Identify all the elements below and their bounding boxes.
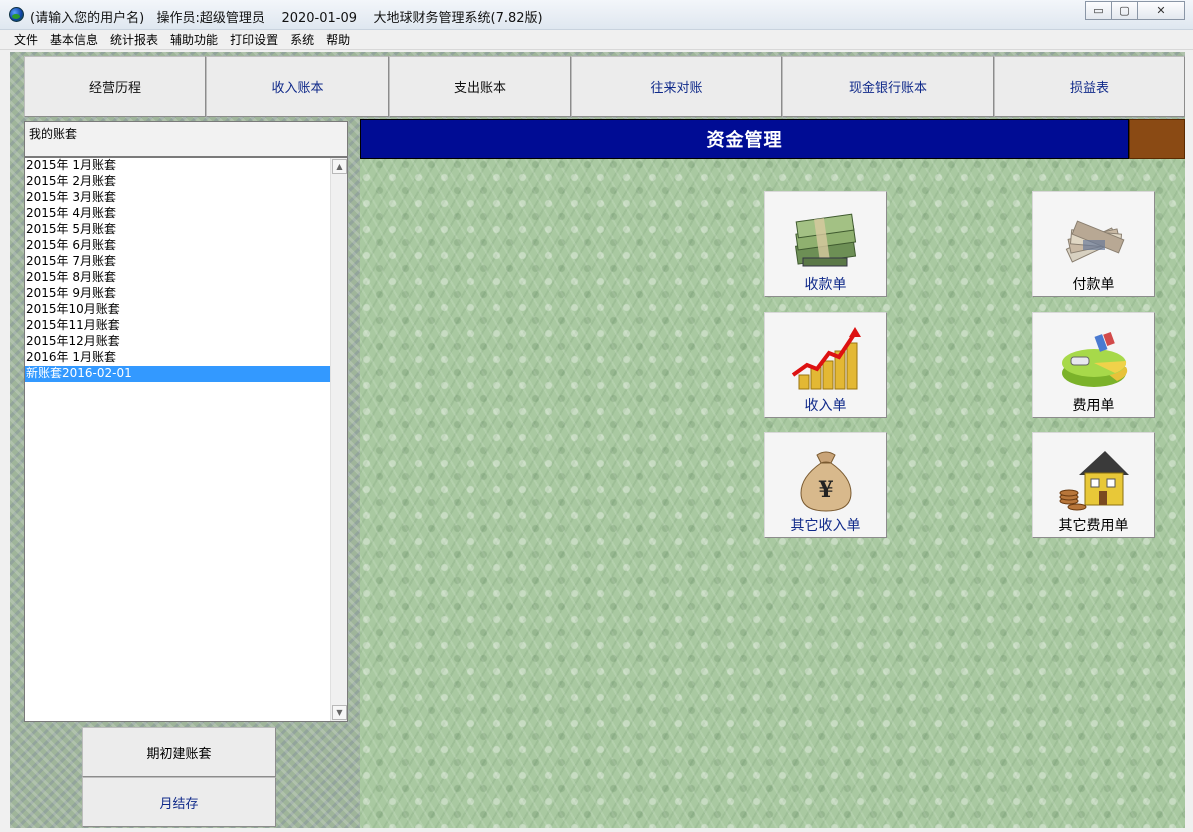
menu-basic-info[interactable]: 基本信息 [44, 30, 104, 49]
list-item[interactable]: 2015年 1月账套 [25, 158, 330, 174]
menu-reports[interactable]: 统计报表 [104, 30, 164, 49]
toolbar: 经营历程 收入账本 支出账本 往来对账 现金银行账本 损益表 [24, 56, 1185, 117]
other-income-label: 其它收入单 [790, 518, 861, 534]
list-item[interactable]: 2015年 9月账套 [25, 286, 330, 302]
main-panel: 资金管理 收款单 付款单 收入单 费用单 ¥ 其它收入单 其它费用单 [360, 119, 1185, 828]
accounts-header-label: 我的账套 [29, 127, 78, 141]
other-expense-label: 其它费用单 [1058, 518, 1129, 534]
list-item[interactable]: 2015年 8月账套 [25, 270, 330, 286]
payment-label: 付款单 [1072, 277, 1115, 293]
list-item[interactable]: 2015年 2月账套 [25, 174, 330, 190]
list-item[interactable]: 2015年 7月账套 [25, 254, 330, 270]
money-stack-icon [795, 213, 857, 267]
menu-system[interactable]: 系统 [284, 30, 320, 49]
cash-bank-ledger-button[interactable]: 现金银行账本 [782, 56, 994, 117]
expense-ledger-button[interactable]: 支出账本 [389, 56, 571, 117]
list-item[interactable]: 2015年10月账套 [25, 302, 330, 318]
menu-print-settings[interactable]: 打印设置 [224, 30, 284, 49]
close-button[interactable]: ✕ [1137, 1, 1185, 20]
other-income-tile[interactable]: ¥ 其它收入单 [764, 432, 887, 538]
house-coins-icon [1059, 451, 1129, 511]
receipt-label: 收款单 [804, 277, 847, 293]
scroll-up-icon[interactable]: ▲ [332, 159, 347, 174]
menu-bar: 文件 基本信息 统计报表 辅助功能 打印设置 系统 帮助 [0, 30, 1193, 50]
globe-icon [9, 7, 24, 22]
list-item[interactable]: 2015年 3月账套 [25, 190, 330, 206]
profit-loss-button[interactable]: 损益表 [994, 56, 1185, 117]
list-item-selected[interactable]: 新账套2016-02-01 [25, 366, 330, 382]
pie-chart-icon [1062, 331, 1128, 387]
menu-file[interactable]: 文件 [8, 30, 44, 49]
operating-history-button[interactable]: 经营历程 [24, 56, 206, 117]
other-expense-tile[interactable]: 其它费用单 [1032, 432, 1155, 538]
scroll-down-icon[interactable]: ▼ [332, 705, 347, 720]
window-title: (请输入您的用户名) 操作员:超级管理员 2020-01-09 大地球财务管理系… [30, 11, 543, 26]
income-label: 收入单 [804, 398, 847, 414]
list-item[interactable]: 2015年12月账套 [25, 334, 330, 350]
window-controls: ▭ ▢ ✕ [1085, 1, 1185, 20]
list-item[interactable]: 2016年 1月账套 [25, 350, 330, 366]
minimize-button[interactable]: ▭ [1085, 1, 1112, 20]
menu-help[interactable]: 帮助 [320, 30, 356, 49]
svg-text:¥: ¥ [818, 477, 833, 503]
main-title: 资金管理 [360, 119, 1129, 159]
menu-tools[interactable]: 辅助功能 [164, 30, 224, 49]
maximize-button[interactable]: ▢ [1111, 1, 1138, 20]
list-scrollbar[interactable]: ▲ ▼ [330, 158, 347, 721]
list-item[interactable]: 2015年11月账套 [25, 318, 330, 334]
banknotes-icon [1065, 220, 1125, 263]
list-item[interactable]: 2015年 4月账套 [25, 206, 330, 222]
receipt-tile[interactable]: 收款单 [764, 191, 887, 297]
payment-tile[interactable]: 付款单 [1032, 191, 1155, 297]
income-ledger-button[interactable]: 收入账本 [206, 56, 389, 117]
accounts-header: 我的账套 [24, 121, 348, 157]
month-close-button[interactable]: 月结存 [82, 777, 276, 827]
init-account-set-button[interactable]: 期初建账套 [82, 727, 276, 777]
header-accent [1129, 119, 1185, 159]
accounts-list[interactable]: 2015年 1月账套 2015年 2月账套 2015年 3月账套 2015年 4… [24, 157, 348, 722]
expense-tile[interactable]: 费用单 [1032, 312, 1155, 418]
list-item[interactable]: 2015年 6月账套 [25, 238, 330, 254]
reconciliation-button[interactable]: 往来对账 [571, 56, 782, 117]
title-bar: (请输入您的用户名) 操作员:超级管理员 2020-01-09 大地球财务管理系… [0, 0, 1193, 30]
list-item[interactable]: 2015年 5月账套 [25, 222, 330, 238]
yuan-moneybag-icon: ¥ [800, 451, 852, 512]
income-tile[interactable]: 收入单 [764, 312, 887, 418]
rising-coins-icon [791, 327, 861, 390]
expense-label: 费用单 [1072, 398, 1115, 414]
